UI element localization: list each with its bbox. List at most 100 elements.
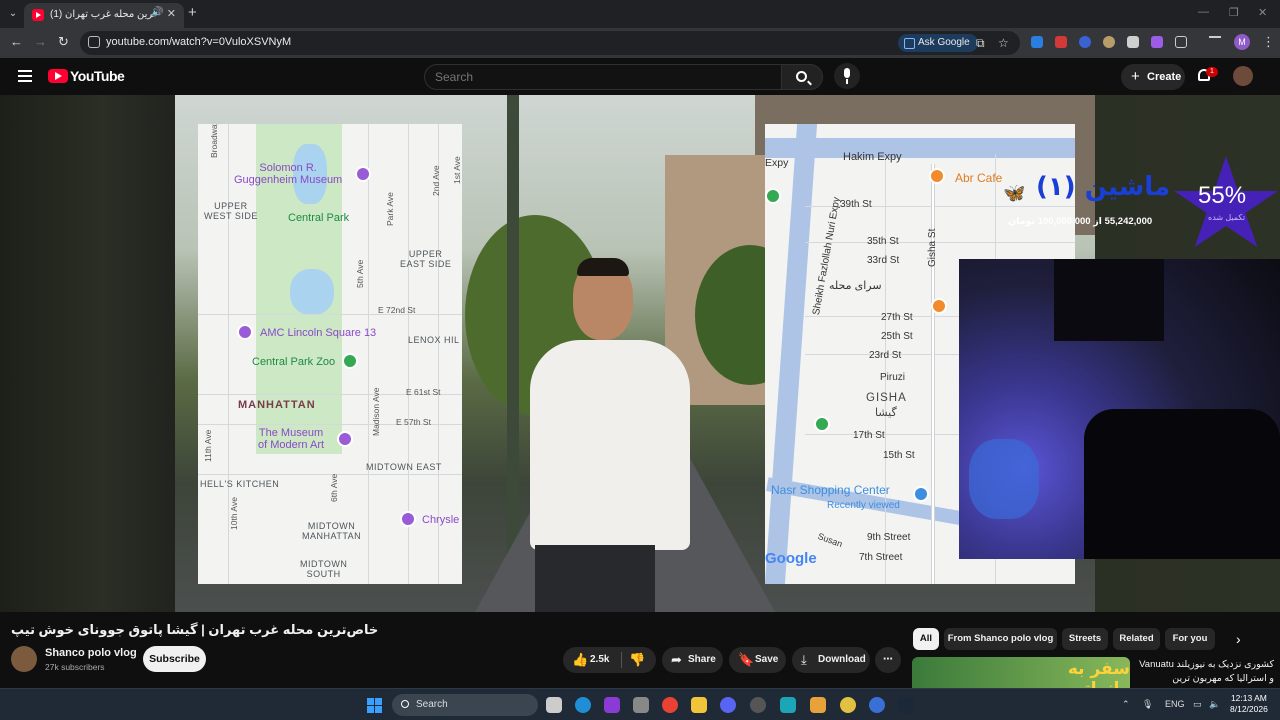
ask-google-button[interactable]: Ask Google [898,34,978,52]
map-label-6th-ave: 6th Ave [329,473,339,502]
museum-pin-icon [337,431,353,447]
create-button[interactable]: + Create [1121,64,1185,90]
discord-icon[interactable] [720,697,736,713]
extension-blue-icon[interactable] [1079,36,1091,48]
map-label-midtown-south: MIDTOWN SOUTH [300,559,348,579]
map-label-10th-ave: 10th Ave [229,497,239,530]
browser-toolbar: ← → ↻ youtube.com/watch?v=0VuloXSVNyM As… [0,28,1280,58]
network-icon[interactable]: ▭ [1193,699,1202,710]
download-icon: ⤓ [801,652,807,667]
notification-count-badge: 1 [1206,67,1218,77]
address-bar[interactable]: youtube.com/watch?v=0VuloXSVNyM Ask Goog… [80,31,1020,55]
search-icon [401,700,409,708]
new-tab-icon[interactable]: + [188,5,197,21]
app-blue-icon[interactable] [869,697,885,713]
search-button[interactable] [781,64,823,90]
map-road-gisha [931,164,935,584]
windows-start-icon[interactable] [367,698,382,713]
youtube-logo-icon[interactable] [48,69,68,83]
back-icon[interactable]: ← [10,34,23,49]
map-road [368,124,369,584]
profile-avatar[interactable]: M [1234,34,1250,50]
youtube-logo-text[interactable]: YouTube [70,68,125,84]
map-label-upper-west-side: UPPER WEST SIDE [204,201,258,221]
app-yellow-icon[interactable] [840,697,856,713]
channel-avatar[interactable] [11,646,37,672]
map-road [885,154,886,584]
subscribe-button[interactable]: Subscribe [143,646,206,672]
microphone-icon[interactable]: 🎙 [1142,699,1153,710]
edge-icon[interactable] [575,697,591,713]
task-view-icon[interactable] [546,697,562,713]
recommended-video-title[interactable]: Vanuatu کشوری نزدیک به نیوزیلند و استرال… [1134,658,1274,686]
map-label-guggenheim: Solomon R. Guggenheim Museum [234,162,343,187]
more-actions-button[interactable]: ⋯ [875,647,901,673]
chrome-icon[interactable] [662,697,678,713]
volume-icon[interactable]: 🔈 [1209,699,1220,710]
map-label-11th-ave: 11th Ave [203,429,213,462]
map-label-23rd-st: 23rd St [869,350,902,361]
close-tab-icon[interactable]: ✕ [167,7,176,20]
google-maps-logo: Google [765,550,817,567]
install-app-icon[interactable]: ⧉ [976,36,985,51]
restaurant-pin-icon [931,298,947,314]
map-road [805,242,1075,243]
map-label-2nd-ave: 2nd Ave [431,165,441,196]
chip-from-channel[interactable]: From Shanco polo vlog [944,628,1057,650]
reload-icon[interactable]: ↻ [58,34,69,50]
extension-purple-icon[interactable] [1151,36,1163,48]
dislike-button[interactable]: 👎 [629,647,645,673]
download-button[interactable]: ⤓ Download [792,647,870,673]
channel-name[interactable]: Shanco polo vlog [45,647,137,659]
extension-brown-icon[interactable] [1103,36,1115,48]
search-input[interactable] [435,70,755,84]
save-button[interactable]: 🔖 Save [729,647,786,673]
minimize-icon[interactable]: — [1198,6,1209,18]
video-title: خاص‌ترین محله غرب تهران | گیشا پاتوق جوو… [11,622,379,637]
extensions-puzzle-icon[interactable] [1175,36,1187,48]
taskbar-clock[interactable]: 12:13 AM 8/12/2026 [1230,693,1268,716]
extension-shield-icon[interactable] [1127,36,1139,48]
vscode-icon[interactable] [780,697,796,713]
extension-translate-icon[interactable] [1031,36,1043,48]
recommended-video-thumbnail[interactable]: سفر به وانواتو [912,657,1130,690]
browser-tab[interactable]: (1) خاص‌ترین محله غرب تهران 🔊 ✕ [24,3,184,28]
map-label-e-72nd-st: E 72nd St [378,305,416,315]
like-button[interactable]: 👍 2.5k [563,647,621,673]
obs-icon[interactable] [750,697,766,713]
app-orange-icon[interactable] [810,697,826,713]
chip-for-you[interactable]: For you [1165,628,1215,650]
reading-list-icon[interactable] [1209,36,1221,44]
search-icon [796,71,807,82]
site-info-icon[interactable] [88,36,100,48]
hamburger-menu-icon[interactable] [18,70,32,82]
system-tray-chevron-icon[interactable]: ⌃ [1122,699,1130,710]
restore-icon[interactable]: ❐ [1229,6,1239,19]
forward-icon[interactable]: → [34,34,47,49]
bookmark-star-icon[interactable]: ☆ [998,36,1009,50]
steam-icon[interactable] [898,697,914,713]
taskbar-search-box[interactable]: Search [392,694,538,716]
tab-search-dropdown-icon[interactable]: ⌄ [4,5,22,23]
r-app-icon[interactable] [604,697,620,713]
map-label-9th-street: 9th Street [867,532,911,543]
search-box[interactable] [424,64,782,90]
share-button[interactable]: ➦ Share [662,647,723,673]
donation-amount: 55,242,000 از 100,000,000 تومان [1008,216,1153,227]
app-icon[interactable] [633,697,649,713]
language-indicator[interactable]: ENG [1165,699,1185,709]
chip-streets[interactable]: Streets [1062,628,1108,650]
youtube-account-avatar[interactable] [1233,66,1253,86]
chevron-right-icon[interactable]: › [1236,631,1241,647]
audio-playing-icon[interactable]: 🔊 [151,7,163,18]
place-pin-icon [814,416,830,432]
chip-related[interactable]: Related [1113,628,1160,650]
close-window-icon[interactable]: ✕ [1258,6,1267,19]
map-label-recently-viewed: Recently viewed [827,500,900,511]
browser-menu-icon[interactable]: ⋮ [1262,34,1275,50]
extension-red-icon[interactable] [1055,36,1067,48]
url-text[interactable]: youtube.com/watch?v=0VuloXSVNyM [106,36,291,48]
voice-search-mic-icon[interactable] [834,63,860,89]
chip-all[interactable]: All [913,628,939,650]
file-explorer-icon[interactable] [691,697,707,713]
